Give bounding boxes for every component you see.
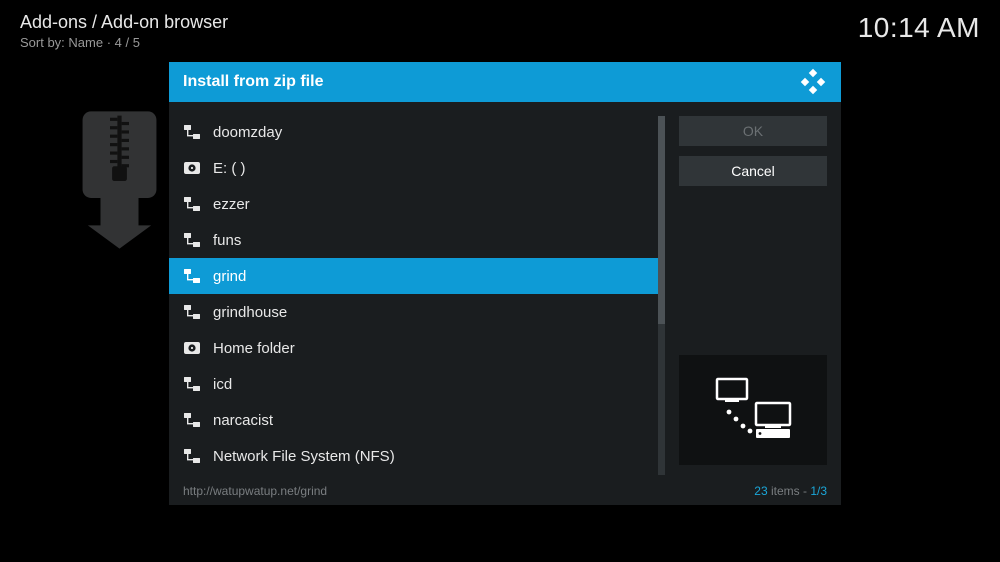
current-path: http://watupwatup.net/grind	[183, 484, 327, 498]
network-share-icon	[183, 305, 201, 319]
network-share-icon	[183, 377, 201, 391]
file-item[interactable]: doomzday	[169, 114, 658, 150]
disk-icon	[183, 161, 201, 175]
dialog-title-bar: Install from zip file	[169, 62, 841, 102]
dialog-title: Install from zip file	[183, 73, 323, 91]
network-share-icon	[183, 413, 201, 427]
disk-icon	[183, 341, 201, 355]
kodi-logo-icon	[799, 68, 827, 96]
network-share-icon	[183, 125, 201, 139]
cancel-button[interactable]: Cancel	[679, 156, 827, 186]
file-item[interactable]: Home folder	[169, 330, 658, 366]
file-browser-list[interactable]: doomzday E: ( ) ezzer funs grind grindhouse Ho…	[169, 114, 658, 477]
file-item[interactable]: grind	[169, 258, 658, 294]
network-share-icon	[183, 197, 201, 211]
file-item[interactable]: icd	[169, 366, 658, 402]
file-item-label: Network File System (NFS)	[213, 448, 395, 465]
file-item-label: Home folder	[213, 340, 295, 357]
file-item[interactable]: grindhouse	[169, 294, 658, 330]
file-item[interactable]: Network File System (NFS)	[169, 438, 658, 474]
file-item[interactable]: E: ( )	[169, 150, 658, 186]
clock: 10:14 AM	[858, 12, 980, 44]
scrollbar-thumb[interactable]	[658, 116, 665, 324]
breadcrumb: Add-ons / Add-on browser	[20, 12, 228, 33]
file-item[interactable]: narcacist	[169, 402, 658, 438]
network-share-icon	[183, 269, 201, 283]
file-item-label: icd	[213, 376, 232, 393]
source-preview	[679, 355, 827, 465]
zip-install-bg-icon	[72, 110, 167, 250]
sort-indicator: Sort by: Name · 4 / 5	[20, 35, 228, 50]
file-item-label: funs	[213, 232, 241, 249]
file-item-label: grindhouse	[213, 304, 287, 321]
file-item-label: E: ( )	[213, 160, 246, 177]
network-share-icon	[183, 449, 201, 463]
dialog-footer: http://watupwatup.net/grind 23 items - 1…	[169, 477, 841, 505]
file-item-label: ezzer	[213, 196, 250, 213]
file-item-label: narcacist	[213, 412, 273, 429]
network-share-icon	[183, 233, 201, 247]
file-item[interactable]: funs	[169, 222, 658, 258]
file-item-label: doomzday	[213, 124, 282, 141]
file-item[interactable]: ezzer	[169, 186, 658, 222]
scrollbar[interactable]	[658, 116, 665, 475]
install-zip-dialog: Install from zip file doomzday E: ( ) ezze…	[169, 62, 841, 505]
file-item-label: grind	[213, 268, 246, 285]
ok-button[interactable]: OK	[679, 116, 827, 146]
item-count: 23 items - 1/3	[754, 484, 827, 498]
dialog-shadow	[169, 505, 841, 535]
